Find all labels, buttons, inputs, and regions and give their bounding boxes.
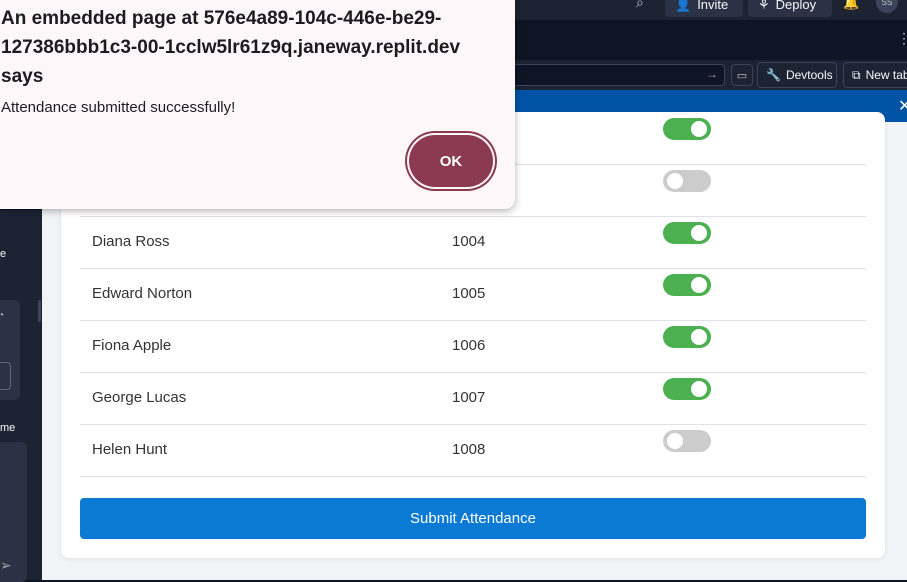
attendance-toggle[interactable] (663, 326, 711, 348)
student-name: Diana Ross (92, 233, 170, 250)
avatar[interactable]: SS (876, 0, 898, 13)
student-name: Helen Hunt (92, 441, 168, 458)
student-name: George Lucas (92, 389, 187, 406)
alert-dialog: An embedded page at 576e4a89-104c-446e-b… (0, 0, 515, 209)
monitor-icon: ▭ (736, 69, 748, 82)
attendance-toggle[interactable] (663, 222, 711, 244)
table-row: Helen Hunt 1008 (80, 424, 866, 477)
search-icon[interactable]: ⌕ (636, 0, 644, 11)
student-id: 1005 (452, 285, 486, 302)
table-row: Edward Norton 1005 (80, 268, 866, 321)
dialog-title: An embedded page at 576e4a89-104c-446e-b… (1, 8, 461, 87)
toggle-knob (691, 277, 707, 293)
sidebar-text-fragment: e (0, 248, 7, 260)
close-icon[interactable]: ✕ (898, 96, 907, 116)
student-id: 1007 (452, 389, 486, 406)
devtools-label: Devtools (785, 68, 833, 82)
table-row: Diana Ross 1004 (80, 216, 866, 269)
deploy-label: Deploy (775, 0, 817, 12)
devtools-button[interactable]: 🔧 Devtools (757, 62, 837, 88)
gauge-icon[interactable]: ◔ (0, 310, 4, 321)
attendance-toggle[interactable] (663, 274, 711, 296)
student-id: 1008 (452, 441, 486, 458)
toggle-knob (667, 173, 683, 189)
more-icon[interactable]: ⋮ (897, 30, 907, 47)
attendance-toggle[interactable] (663, 378, 711, 400)
table-row: Fiona Apple 1006 (80, 320, 866, 373)
submit-attendance-button[interactable]: Submit Attendance (80, 498, 866, 539)
toggle-knob (691, 121, 707, 137)
toggle-knob (691, 225, 707, 241)
ok-button[interactable]: OK (409, 135, 493, 187)
attendance-toggle[interactable] (663, 430, 711, 452)
student-name: Edward Norton (92, 285, 193, 302)
attendance-toggle[interactable] (663, 118, 711, 140)
deploy-icon: ⚘ (758, 0, 770, 12)
student-id: 1006 (452, 337, 486, 354)
bell-icon[interactable]: 🔔 (843, 0, 859, 11)
sidebar-input[interactable] (0, 362, 11, 390)
table-row: George Lucas 1007 (80, 372, 866, 425)
url-input[interactable]: → (500, 64, 725, 86)
wrench-icon: 🔧 (766, 68, 781, 82)
toggle-knob (691, 381, 707, 397)
invite-label: Invite (697, 0, 729, 12)
new-tab-label: New tab (865, 68, 907, 82)
student-id: 1004 (452, 233, 486, 250)
attendance-toggle[interactable] (663, 170, 711, 192)
screen-size-button[interactable]: ▭ (731, 64, 753, 86)
sidebar-text-fragment-2: me (0, 422, 16, 434)
resize-handle[interactable] (38, 300, 41, 322)
left-sidebar: e ◔ me ➢ (0, 210, 42, 582)
dialog-message: Attendance submitted successfully! (1, 99, 236, 116)
toggle-knob (691, 329, 707, 345)
send-icon[interactable]: ➢ (0, 557, 12, 574)
external-link-icon: ⧉ (852, 67, 861, 82)
add-user-icon: 👤 (675, 0, 692, 12)
toggle-knob (667, 433, 683, 449)
student-name: Fiona Apple (92, 337, 172, 354)
invite-button[interactable]: 👤 Invite (665, 0, 743, 17)
go-arrow-icon[interactable]: → (706, 67, 718, 81)
deploy-button[interactable]: ⚘ Deploy (748, 0, 832, 17)
new-tab-button[interactable]: ⧉ New tab (843, 62, 907, 88)
